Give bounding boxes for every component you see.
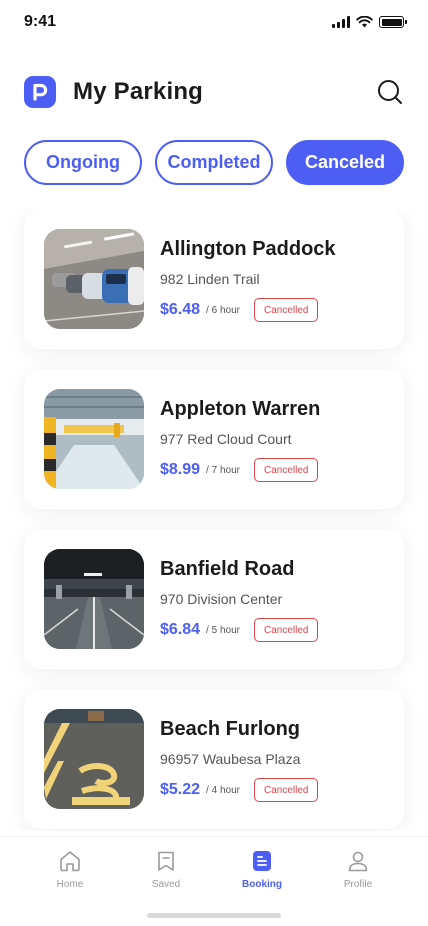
booking-card[interactable]: Appleton Warren 977 Red Cloud Court $8.9… [24,369,404,509]
price: $5.22 [160,781,201,798]
tab-ongoing[interactable]: Ongoing [24,140,142,185]
nav-label: Home [56,879,84,890]
parking-name: Beach Furlong [160,718,301,740]
header-left: My Parking [24,76,203,108]
page-title: My Parking [73,78,204,105]
tab-canceled[interactable]: Canceled [286,140,404,185]
duration: / 4 hour [206,784,240,796]
parking-name: Banfield Road [160,558,295,580]
search-icon [378,80,402,104]
duration: / 5 hour [206,624,240,636]
status-badge: Cancelled [253,778,319,802]
home-icon [60,851,80,872]
cellular-signal-icon [332,16,350,28]
price: $8.99 [160,461,201,478]
parking-photo [44,389,144,489]
app-logo-icon [24,76,56,108]
parking-photo [44,549,144,649]
search-button[interactable] [376,78,404,106]
status-bar: 9:41 [0,0,428,44]
nav-profile[interactable]: Profile [318,849,398,890]
nav-saved[interactable]: Saved [126,849,206,890]
duration: / 7 hour [206,464,240,476]
booking-info: Appleton Warren 977 Red Cloud Court $8.9… [160,396,320,482]
booking-card[interactable]: Allington Paddock 982 Linden Trail $6.48… [24,209,404,349]
parking-address: 970 Division Center [160,591,283,607]
wifi-icon [356,16,373,28]
bookmark-icon [158,851,174,871]
nav-label: Booking [242,879,282,890]
duration: / 6 hour [206,304,240,316]
nav-label: Profile [343,879,373,890]
price-row: $8.99 / 7 hour Cancelled [160,458,320,482]
nav-label: Saved [151,879,181,890]
parking-photo [44,709,144,809]
price-row: $5.22 / 4 hour Cancelled [160,778,319,802]
battery-icon [379,16,407,28]
parking-name: Allington Paddock [160,238,336,260]
price-row: $6.84 / 5 hour Cancelled [160,618,319,642]
parking-address: 982 Linden Trail [160,271,260,287]
home-indicator [147,913,281,918]
booking-info: Beach Furlong 96957 Waubesa Plaza $5.22 … [160,716,319,802]
booking-info: Banfield Road 970 Division Center $6.84 … [160,556,319,642]
booking-list: Allington Paddock 982 Linden Trail $6.48… [0,209,428,831]
nav-booking[interactable]: Booking [222,849,302,890]
price-row: $6.48 / 6 hour Cancelled [160,298,336,322]
header: My Parking [24,74,404,110]
tab-completed[interactable]: Completed [155,140,273,185]
booking-icon [253,851,271,871]
booking-status-tabs: Ongoing Completed Canceled [24,140,404,185]
status-badge: Cancelled [253,618,319,642]
price: $6.84 [160,621,201,638]
parking-name: Appleton Warren [160,398,321,420]
booking-card[interactable]: Beach Furlong 96957 Waubesa Plaza $5.22 … [24,689,404,829]
status-time: 9:41 [24,13,57,30]
booking-info: Allington Paddock 982 Linden Trail $6.48… [160,236,336,322]
booking-card[interactable]: Banfield Road 970 Division Center $6.84 … [24,529,404,669]
parking-address: 96957 Waubesa Plaza [160,751,301,767]
status-badge: Cancelled [253,298,319,322]
status-badge: Cancelled [253,458,319,482]
price: $6.48 [160,301,201,318]
nav-home[interactable]: Home [30,849,110,890]
status-icons [332,16,407,28]
parking-photo [44,229,144,329]
parking-address: 977 Red Cloud Court [160,431,292,447]
profile-icon [348,851,368,872]
